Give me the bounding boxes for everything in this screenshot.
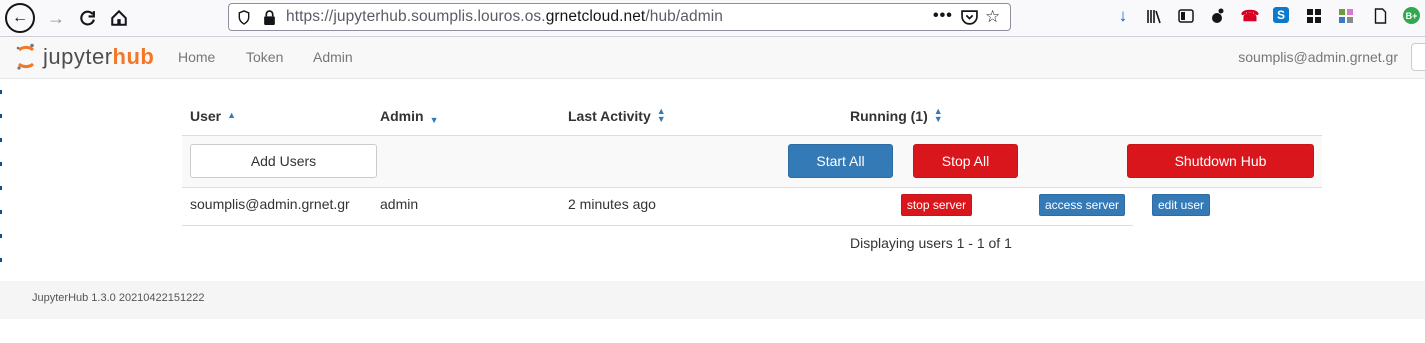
logo-text: jupyterhub bbox=[43, 44, 155, 69]
stop-server-button[interactable]: stop server bbox=[901, 194, 972, 216]
column-header-last-activity[interactable]: Last Activity ▲ ▼ bbox=[568, 106, 666, 124]
footer: JupyterHub 1.3.0 20210422151222 bbox=[0, 281, 1425, 319]
bookmark-star-icon[interactable]: ☆ bbox=[985, 7, 1000, 27]
page-icon[interactable] bbox=[1371, 7, 1389, 25]
bplus-extension-icon[interactable]: B+ bbox=[1403, 7, 1420, 24]
reload-icon[interactable] bbox=[72, 3, 102, 33]
version-text: JupyterHub 1.3.0 20210422151222 bbox=[32, 292, 205, 304]
admin-actions-row: Add Users Start All Stop All Shutdown Hu… bbox=[182, 135, 1322, 188]
edit-user-button[interactable]: edit user bbox=[1152, 194, 1210, 216]
lock-icon[interactable] bbox=[263, 10, 276, 30]
sort-both-icon[interactable]: ▲ ▼ bbox=[657, 106, 666, 124]
download-icon[interactable]: ↓ bbox=[1114, 6, 1132, 25]
forward-icon[interactable]: → bbox=[41, 3, 71, 33]
start-all-button[interactable]: Start All bbox=[788, 144, 893, 178]
home-icon[interactable] bbox=[104, 3, 134, 33]
current-user: soumplis@admin.grnet.gr bbox=[1238, 49, 1398, 65]
stop-all-button[interactable]: Stop All bbox=[913, 144, 1018, 178]
pocket-icon[interactable] bbox=[961, 9, 978, 30]
grid-extension-icon[interactable] bbox=[1305, 7, 1323, 25]
row-divider bbox=[182, 225, 1133, 226]
browser-toolbar: ← → https://jupyterhub.soumplis.louros.o… bbox=[0, 0, 1425, 37]
last-activity-cell: 2 minutes ago bbox=[568, 196, 656, 212]
shutdown-hub-button[interactable]: Shutdown Hub bbox=[1127, 144, 1314, 178]
sort-asc-icon[interactable]: ▲ bbox=[227, 110, 236, 120]
back-icon[interactable]: ← bbox=[5, 3, 35, 33]
user-name-cell: soumplis@admin.grnet.gr bbox=[190, 196, 350, 212]
url-text: https://jupyterhub.soumplis.louros.os.gr… bbox=[286, 8, 724, 25]
column-header-user[interactable]: User ▲ bbox=[190, 108, 236, 124]
sort-both-icon[interactable]: ▲ ▼ bbox=[934, 106, 943, 124]
pagination-info: Displaying users 1 - 1 of 1 bbox=[850, 235, 1012, 251]
nav-admin[interactable]: Admin bbox=[313, 49, 353, 65]
page-actions-icon[interactable]: ••• bbox=[933, 7, 953, 25]
sort-desc-icon[interactable]: ▼ bbox=[430, 115, 439, 125]
hub-navbar: jupyterhub Home Token Admin soumplis@adm… bbox=[0, 37, 1425, 79]
url-bar[interactable]: https://jupyterhub.soumplis.louros.os.gr… bbox=[228, 3, 1011, 31]
color-extension-icon[interactable] bbox=[1337, 7, 1355, 25]
jupyterhub-logo[interactable]: jupyterhub bbox=[14, 43, 166, 73]
sidebar-icon[interactable] bbox=[1177, 7, 1195, 25]
column-header-running[interactable]: Running (1) ▲ ▼ bbox=[850, 106, 943, 124]
admin-cell: admin bbox=[380, 196, 419, 212]
add-users-button[interactable]: Add Users bbox=[190, 144, 377, 178]
gnome-extension-icon[interactable] bbox=[1209, 7, 1227, 25]
s-extension-icon[interactable]: S bbox=[1273, 7, 1289, 23]
logout-button[interactable] bbox=[1411, 43, 1425, 71]
column-header-admin[interactable]: Admin ▼ bbox=[380, 108, 439, 125]
nav-token[interactable]: Token bbox=[246, 49, 283, 65]
red-extension-icon[interactable]: ☎ bbox=[1241, 7, 1260, 25]
access-server-button[interactable]: access server bbox=[1039, 194, 1125, 216]
tracking-shield-icon[interactable] bbox=[237, 10, 251, 30]
nav-home[interactable]: Home bbox=[178, 49, 215, 65]
library-icon[interactable] bbox=[1145, 7, 1163, 25]
